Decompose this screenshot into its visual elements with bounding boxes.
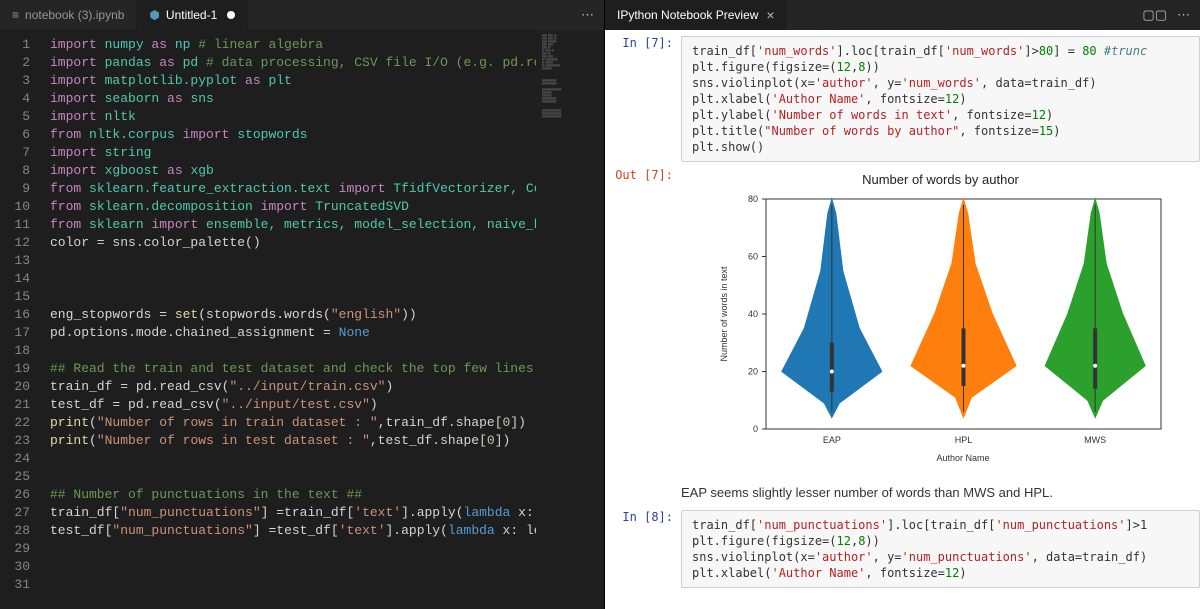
violin-chart: 0 20 40 60 80 Number of words in text Author… bbox=[711, 189, 1171, 469]
tab-label: Untitled-1 bbox=[166, 8, 217, 22]
preview-pane: IPython Notebook Preview × ▢▢ ⋯ In [7]: … bbox=[605, 0, 1200, 609]
minimap[interactable]: ████ ████ ██████ ████ ██████ ███████████… bbox=[536, 30, 604, 609]
svg-text:0: 0 bbox=[752, 424, 757, 434]
chart-output: Number of words by author 0 20 40 60 80 Numb… bbox=[681, 168, 1200, 473]
tab-notebook-ipynb[interactable]: ≡ notebook (3).ipynb bbox=[0, 0, 137, 30]
line-number-gutter: 1 2 3 4 5 6 7 8 9 10 11 12 13 14 15 16 1… bbox=[0, 30, 42, 609]
svg-text:20: 20 bbox=[747, 367, 757, 377]
tab-untitled-1[interactable]: ⬢ Untitled-1 bbox=[137, 0, 248, 30]
svg-text:EAP: EAP bbox=[822, 435, 840, 445]
editor-pane: ≡ notebook (3).ipynb ⬢ Untitled-1 ⋯ 1 2 … bbox=[0, 0, 605, 609]
input-prompt: In [8]: bbox=[611, 510, 681, 588]
markdown-text: EAP seems slightly lesser number of word… bbox=[611, 479, 1200, 510]
editor-tabs: ≡ notebook (3).ipynb ⬢ Untitled-1 ⋯ bbox=[0, 0, 604, 30]
overflow-icon[interactable]: ⋯ bbox=[1177, 7, 1190, 23]
chart-title: Number of words by author bbox=[687, 172, 1194, 187]
input-cell-7: In [7]: train_df['num_words'].loc[train_… bbox=[611, 36, 1200, 162]
svg-text:MWS: MWS bbox=[1084, 435, 1106, 445]
close-icon[interactable]: × bbox=[766, 7, 774, 23]
code-editor[interactable]: 1 2 3 4 5 6 7 8 9 10 11 12 13 14 15 16 1… bbox=[0, 30, 604, 609]
tab-overflow-actions[interactable]: ⋯ bbox=[581, 7, 604, 23]
dirty-indicator bbox=[227, 11, 235, 19]
code-cell-box[interactable]: train_df['num_words'].loc[train_df['num_… bbox=[681, 36, 1200, 162]
notebook-icon: ≡ bbox=[12, 8, 19, 22]
svg-text:40: 40 bbox=[747, 309, 757, 319]
x-axis-label: Author Name bbox=[936, 453, 989, 463]
svg-text:60: 60 bbox=[747, 252, 757, 262]
code-content[interactable]: import numpy as np # linear algebra impo… bbox=[42, 30, 536, 609]
output-prompt: Out [7]: bbox=[611, 168, 681, 473]
input-cell-8: In [8]: train_df['num_punctuations'].loc… bbox=[611, 510, 1200, 588]
python-icon: ⬢ bbox=[149, 8, 159, 22]
output-cell-7: Out [7]: Number of words by author 0 20 40… bbox=[611, 168, 1200, 473]
split-editor-icon[interactable]: ▢▢ bbox=[1142, 7, 1167, 23]
notebook-preview-body[interactable]: In [7]: train_df['num_words'].loc[train_… bbox=[605, 30, 1200, 609]
tab-ipython-preview[interactable]: IPython Notebook Preview × bbox=[605, 0, 787, 30]
preview-tabs: IPython Notebook Preview × ▢▢ ⋯ bbox=[605, 0, 1200, 30]
code-cell-box[interactable]: train_df['num_punctuations'].loc[train_d… bbox=[681, 510, 1200, 588]
input-prompt: In [7]: bbox=[611, 36, 681, 162]
y-axis-label: Number of words in text bbox=[719, 266, 729, 362]
svg-text:HPL: HPL bbox=[954, 435, 972, 445]
tab-label: IPython Notebook Preview bbox=[617, 8, 758, 22]
tab-label: notebook (3).ipynb bbox=[25, 8, 124, 22]
svg-text:80: 80 bbox=[747, 194, 757, 204]
